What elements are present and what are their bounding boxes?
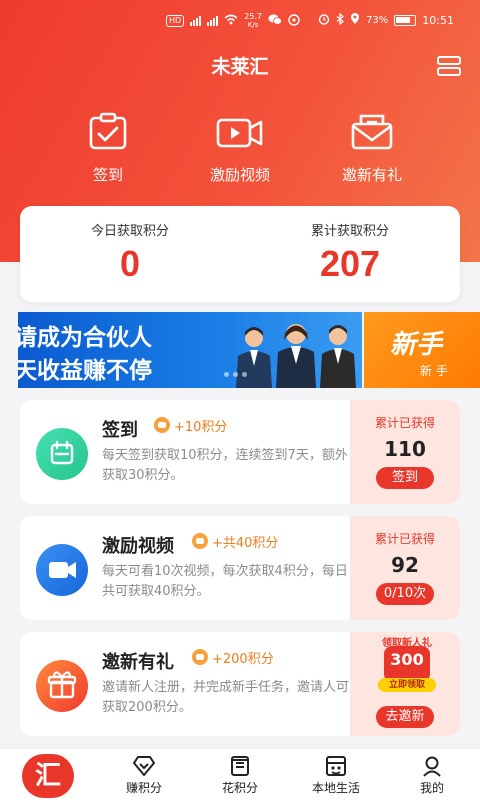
tab-local-life[interactable]: 本地生活 (288, 749, 384, 800)
earned-value: 110 (384, 437, 426, 461)
quick-action-invite[interactable]: 邀新有礼 (312, 112, 432, 185)
newbie-banner[interactable]: 新手 新 手 (364, 312, 480, 388)
task-name: 签到 (102, 420, 138, 441)
invite-button[interactable]: 去邀新 (376, 706, 434, 728)
clock-time: 10:51 (422, 14, 454, 27)
alarm-icon (318, 13, 330, 28)
business-people-illustration (236, 324, 356, 388)
today-points-value: 0 (119, 243, 141, 284)
tab-label: 赚积分 (125, 781, 162, 795)
coin-icon (154, 417, 170, 433)
task-side-panel: 累计已获得 92 0/10次 (350, 516, 460, 620)
task-points-text: +共40积分 (212, 535, 279, 551)
home-logo-button[interactable]: 汇 (22, 754, 74, 798)
calendar-icon (36, 428, 88, 480)
task-description: 每天可看10次视频，每次获取4积分，每日共可获取40积分。 (102, 564, 348, 599)
status-bar: HD 25.7 K/s 73% 10:51 (0, 0, 480, 40)
task-card-sign-in: 签到 +10积分 每天签到获取10积分，连续签到7天，额外获取30积分。 累计已… (20, 400, 460, 504)
gift-icon (36, 660, 88, 712)
page-title: 未莱汇 (211, 56, 269, 78)
battery-percent: 73% (366, 15, 389, 26)
coin-icon (192, 649, 208, 665)
promo-claim: 立即领取 (378, 678, 436, 692)
earned-value: 92 (391, 553, 419, 577)
banner-line-1: 请成为合伙人 (18, 324, 152, 350)
points-summary-card: 今日获取积分 0 累计获取积分 207 (20, 206, 460, 302)
quick-action-label: 激励视频 (209, 166, 270, 184)
tab-spend-points[interactable]: 花积分 (192, 749, 288, 800)
banner-line-2: 天收益赚不停 (18, 357, 152, 383)
task-description: 每天签到获取10积分，连续签到7天，额外获取30积分。 (102, 448, 348, 483)
user-icon (423, 756, 441, 777)
receipt-icon (231, 756, 249, 776)
quick-action-label: 邀新有礼 (341, 166, 402, 184)
total-points: 累计获取积分 207 (240, 220, 460, 285)
location-icon (350, 13, 360, 28)
net-speed-unit: K/s (247, 21, 259, 29)
total-points-value: 207 (319, 243, 381, 284)
task-description: 邀请新人注册，并完成新手任务，邀请人可获取200积分。 (102, 680, 350, 715)
earned-label: 累计已获得 (374, 532, 435, 546)
task-side-panel: 领取新人礼 300 立即领取 去邀新 (350, 632, 460, 736)
task-name: 邀新有礼 (102, 652, 174, 673)
quick-action-sign-in[interactable]: 签到 (48, 112, 168, 185)
menu-icon (437, 56, 461, 76)
video-camera-icon (216, 118, 263, 148)
task-card-video: 激励视频 +共40积分 每天可看10次视频，每次获取4积分，每日共可获取40积分… (20, 516, 460, 620)
wechat-icon (268, 14, 282, 28)
task-side-panel: 累计已获得 110 签到 (350, 400, 460, 504)
partner-banner[interactable]: 请成为合伙人 天收益赚不停 (18, 312, 362, 388)
today-points-label: 今日获取积分 (90, 224, 169, 239)
battery-icon (394, 15, 417, 26)
tab-label: 本地生活 (311, 781, 360, 795)
task-points: +共40积分 (192, 532, 279, 551)
new-user-gift-promo[interactable]: 领取新人礼 300 立即领取 (374, 634, 440, 692)
sign-in-button[interactable]: 签到 (376, 467, 434, 489)
quick-action-video[interactable]: 激励视频 (180, 112, 300, 185)
coin-icon (192, 533, 208, 549)
quick-action-label: 签到 (92, 166, 123, 184)
today-points: 今日获取积分 0 (20, 220, 240, 285)
net-speed: 25.7 (244, 12, 262, 21)
signal-icon (190, 16, 202, 26)
wifi-icon (224, 14, 238, 28)
face-icon (288, 13, 300, 29)
tab-mine[interactable]: 我的 (384, 749, 480, 800)
task-points-text: +10积分 (174, 419, 228, 435)
task-points: +10积分 (154, 416, 228, 435)
tab-label: 花积分 (221, 781, 258, 795)
total-points-label: 累计获取积分 (310, 224, 389, 239)
signal-icon-2 (207, 16, 219, 26)
video-icon (36, 544, 88, 596)
diamond-icon (133, 756, 155, 776)
task-points: +200积分 (192, 648, 274, 667)
earned-label: 累计已获得 (374, 416, 435, 430)
newbie-banner-subtitle: 新 手 (420, 364, 448, 378)
tab-label: 我的 (419, 781, 444, 795)
menu-button[interactable] (436, 54, 462, 78)
newbie-banner-title: 新手 (390, 330, 443, 360)
banner-pagination (224, 372, 247, 377)
task-card-invite: 邀新有礼 +200积分 邀请新人注册，并完成新手任务，邀请人可获取200积分。 … (20, 632, 460, 736)
watch-video-button[interactable]: 0/10次 (375, 583, 435, 605)
promo-amount: 300 (384, 646, 430, 682)
hd-badge: HD (166, 15, 185, 27)
store-icon (326, 756, 346, 776)
task-name: 激励视频 (102, 536, 174, 557)
tab-earn-points[interactable]: 赚积分 (96, 749, 192, 800)
task-points-text: +200积分 (212, 651, 274, 667)
bluetooth-icon (336, 12, 344, 28)
envelope-icon (351, 114, 393, 150)
clipboard-check-icon (89, 112, 127, 150)
